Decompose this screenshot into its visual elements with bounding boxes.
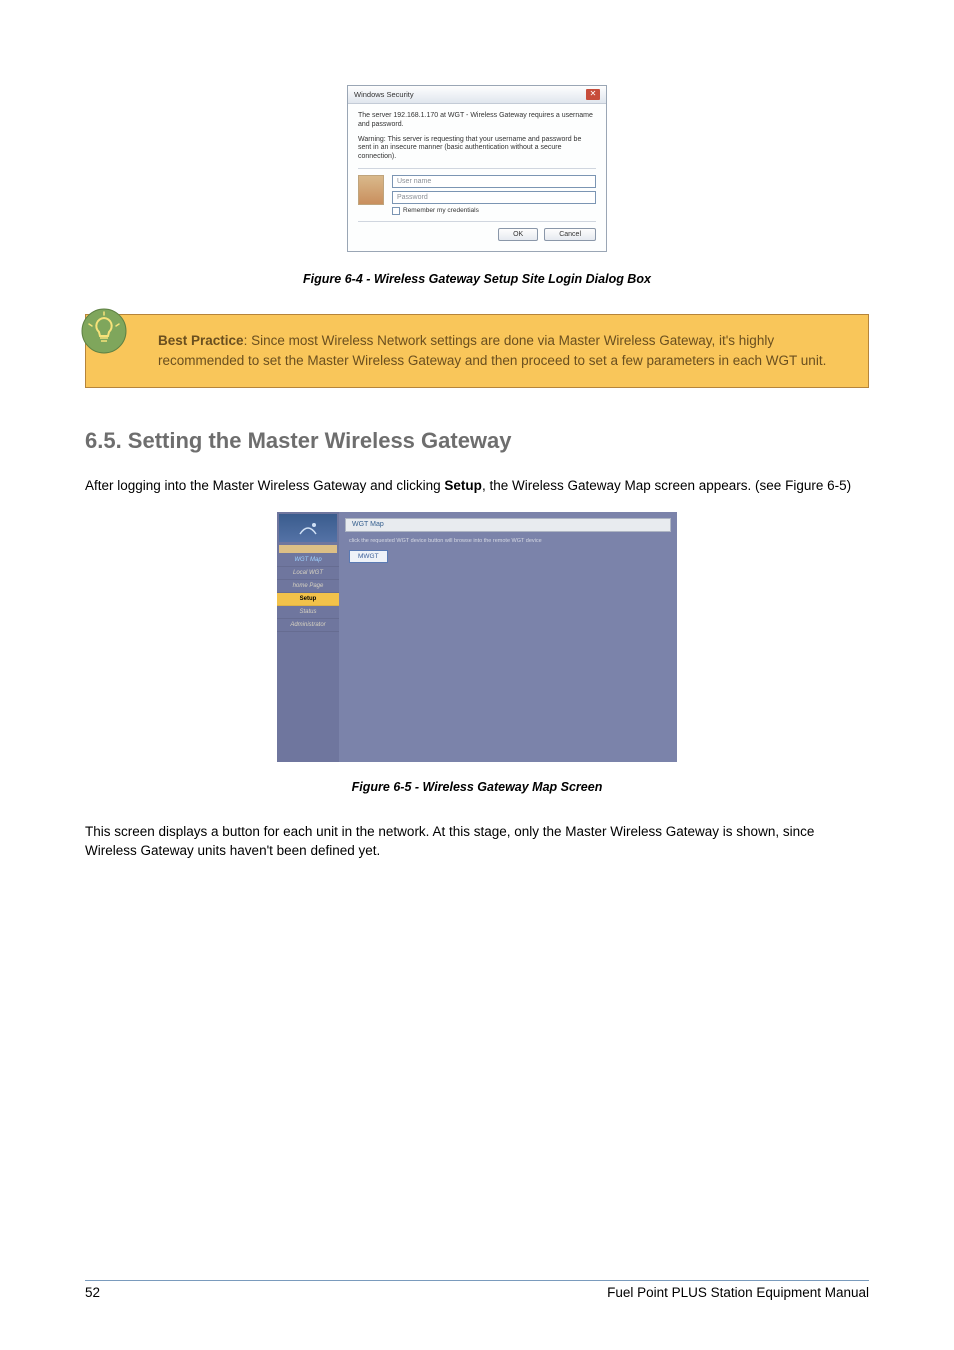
footer-title: Fuel Point PLUS Station Equipment Manual: [607, 1285, 869, 1300]
remember-row[interactable]: Remember my credentials: [392, 207, 596, 215]
callout-body: Best Practice: Since most Wireless Netwo…: [85, 314, 869, 389]
para1-a: After logging into the Master Wireless G…: [85, 478, 444, 493]
dialog-message-2: Warning: This server is requesting that …: [358, 136, 596, 162]
close-icon[interactable]: ✕: [586, 89, 600, 100]
wgt-panel-title: WGT Map: [345, 518, 671, 532]
remember-label: Remember my credentials: [403, 207, 479, 214]
paragraph-intro: After logging into the Master Wireless G…: [85, 476, 869, 496]
credential-fields: User name Password Remember my credentia…: [392, 175, 596, 215]
username-input[interactable]: User name: [392, 175, 596, 188]
ok-button[interactable]: OK: [498, 228, 538, 241]
page-number: 52: [85, 1285, 100, 1300]
callout-rest: : Since most Wireless Network settings a…: [158, 333, 826, 368]
para1-b: , the Wireless Gateway Map screen appear…: [482, 478, 851, 493]
sidebar-item-status[interactable]: Status: [277, 606, 339, 619]
page-footer: 52 Fuel Point PLUS Station Equipment Man…: [85, 1280, 869, 1300]
sidebar-item-local-wgt[interactable]: Local WGT: [277, 567, 339, 580]
sidebar-item-administrator[interactable]: Administrator: [277, 619, 339, 632]
remember-checkbox[interactable]: [392, 207, 400, 215]
dialog-message-1: The server 192.168.1.170 at WGT - Wirele…: [358, 112, 596, 130]
wgt-sidebar: WGT Map Local WGT home Page Setup Status…: [277, 512, 339, 762]
sidebar-brand-strip: [279, 545, 337, 553]
sidebar-item-wgt-map[interactable]: WGT Map: [277, 554, 339, 567]
windows-security-dialog: Windows Security ✕ The server 192.168.1.…: [347, 85, 607, 252]
wgt-map-figure: WGT Map Local WGT home Page Setup Status…: [85, 512, 869, 762]
password-input[interactable]: Password: [392, 191, 596, 204]
mwgt-button[interactable]: MWGT: [349, 550, 388, 563]
dialog-titlebar: Windows Security ✕: [348, 86, 606, 104]
divider: [358, 168, 596, 169]
section-heading: 6.5. Setting the Master Wireless Gateway: [85, 428, 869, 454]
lightbulb-icon: [81, 308, 127, 354]
wgt-logo: [279, 514, 337, 542]
dialog-body: The server 192.168.1.170 at WGT - Wirele…: [348, 104, 606, 221]
cancel-button[interactable]: Cancel: [544, 228, 596, 241]
login-dialog-figure: Windows Security ✕ The server 192.168.1.…: [85, 85, 869, 252]
figure-6-4-caption: Figure 6-4 - Wireless Gateway Setup Site…: [85, 272, 869, 286]
wgt-subtext: click the requested WGT device button wi…: [349, 538, 671, 544]
avatar-icon: [358, 175, 384, 205]
best-practice-callout: Best Practice: Since most Wireless Netwo…: [85, 314, 869, 389]
figure-6-5-caption: Figure 6-5 - Wireless Gateway Map Screen: [85, 780, 869, 794]
wgt-main-panel: WGT Map click the requested WGT device b…: [339, 512, 677, 762]
sidebar-item-setup[interactable]: Setup: [277, 593, 339, 606]
sidebar-item-home-page[interactable]: home Page: [277, 580, 339, 593]
credentials-row: User name Password Remember my credentia…: [358, 175, 596, 215]
callout-bold-label: Best Practice: [158, 333, 244, 348]
wgt-screen: WGT Map Local WGT home Page Setup Status…: [277, 512, 677, 762]
para1-bold: Setup: [444, 478, 482, 493]
dialog-title-text: Windows Security: [354, 90, 414, 99]
callout-text: Best Practice: Since most Wireless Netwo…: [158, 333, 826, 368]
dialog-buttons: OK Cancel: [348, 222, 606, 251]
paragraph-description: This screen displays a button for each u…: [85, 822, 869, 861]
